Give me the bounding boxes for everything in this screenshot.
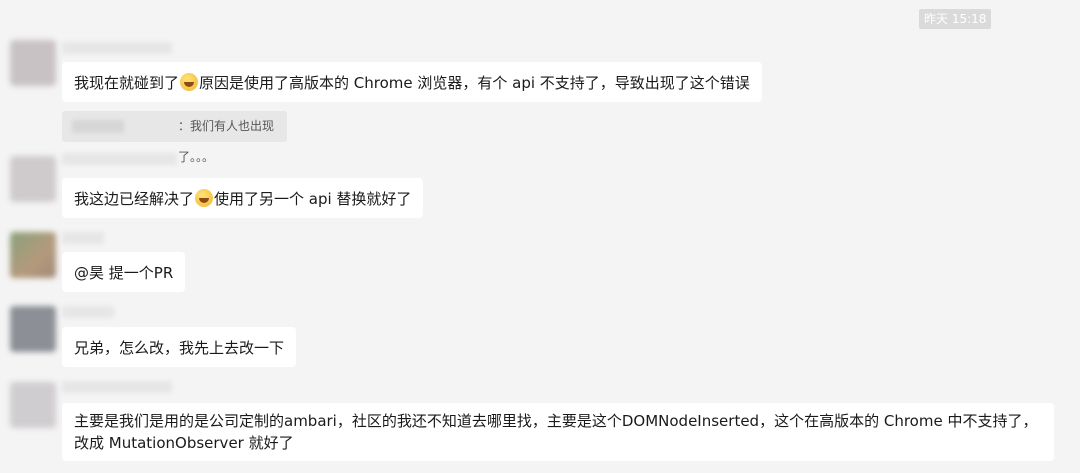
message-bubble[interactable]: 主要是我们是用的是公司定制的ambari，社区的我还不知道去哪里找，主要是这个D… <box>62 403 1054 461</box>
grin-sweat-icon <box>195 189 214 207</box>
sender-name <box>62 42 172 54</box>
timestamp: 昨天 15:18 <box>919 9 992 29</box>
sender-name <box>62 232 104 244</box>
message-text: 我这边已经解决了 <box>74 190 195 208</box>
quoted-message[interactable]: ：我们有人也出现了。。。 <box>62 111 287 164</box>
avatar[interactable] <box>10 40 56 86</box>
avatar[interactable] <box>10 156 56 202</box>
message-bubble[interactable]: 我这边已经解决了 使用了另一个 api 替换就好了 <box>62 178 424 218</box>
sender-name <box>62 306 114 318</box>
sender-name <box>62 381 172 393</box>
message-text: 我现在就碰到了 <box>74 74 180 92</box>
message-text: 原因是使用了高版本的 Chrome 浏览器，有个 api 不支持了，导致出现了这… <box>199 74 750 92</box>
message-text: 兄弟，怎么改，我先上去改一下 <box>74 339 285 357</box>
quoted-text: ：我们有人也出现了。。。 <box>178 119 275 164</box>
avatar[interactable] <box>10 382 56 428</box>
message-text: 主要是我们是用的是公司定制的ambari，社区的我还不知道去哪里找，主要是这个D… <box>74 412 1038 452</box>
message-text: @昊 提一个PR <box>74 264 174 282</box>
message-bubble[interactable]: 兄弟，怎么改，我先上去改一下 <box>62 327 297 367</box>
quoted-sender-name <box>72 120 124 133</box>
sender-name <box>62 153 177 165</box>
message-text: 使用了另一个 api 替换就好了 <box>214 190 412 208</box>
message-bubble[interactable]: 我现在就碰到了 原因是使用了高版本的 Chrome 浏览器，有个 api 不支持了… <box>62 62 762 102</box>
avatar[interactable] <box>10 232 56 278</box>
avatar[interactable] <box>10 306 56 352</box>
grin-sweat-icon <box>180 73 199 91</box>
message-bubble[interactable]: @昊 提一个PR <box>62 252 186 292</box>
